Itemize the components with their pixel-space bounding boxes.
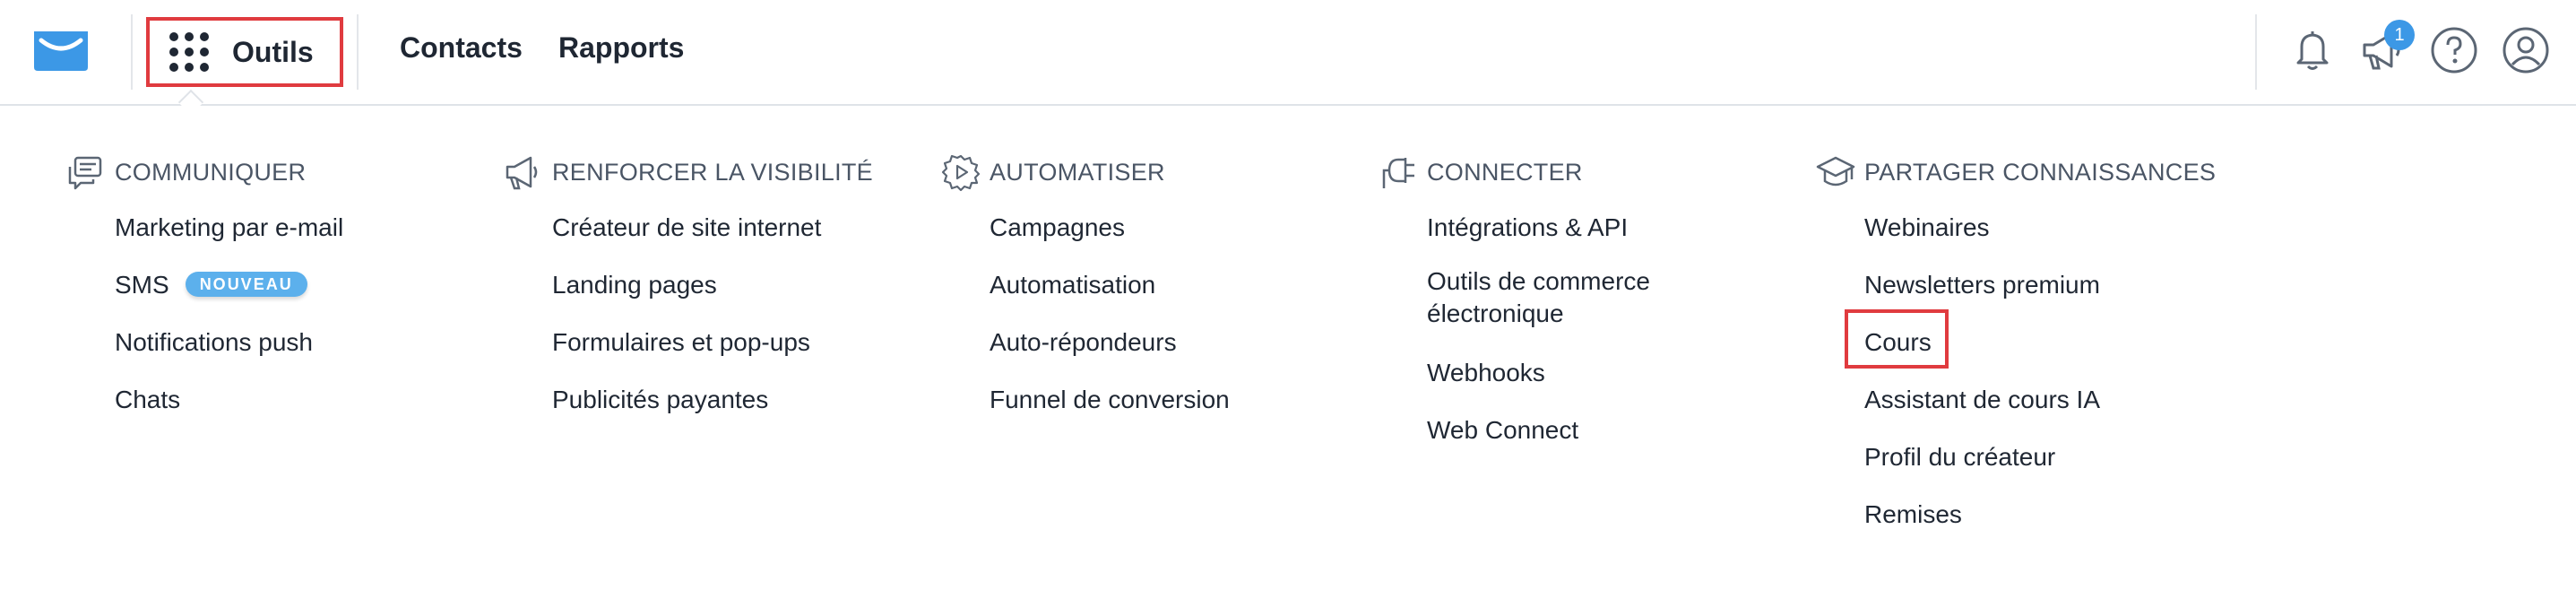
- menu-item-email-marketing[interactable]: Marketing par e-mail: [115, 213, 343, 242]
- divider: [131, 14, 133, 90]
- user-icon[interactable]: [2499, 23, 2553, 77]
- menu-item-landing-pages[interactable]: Landing pages: [552, 271, 717, 299]
- menu-item-premium-newsletters[interactable]: Newsletters premium: [1864, 271, 2100, 299]
- menu-item-web-connect[interactable]: Web Connect: [1427, 416, 1578, 445]
- new-badge: NOUVEAU: [185, 272, 307, 297]
- nav-contacts[interactable]: Contacts: [400, 31, 523, 65]
- menu-item-webhooks[interactable]: Webhooks: [1427, 359, 1545, 387]
- menu-column-visibility: RENFORCER LA VISIBILITÉ Créateur de site…: [504, 152, 898, 421]
- menu-column-connect: CONNECTER Intégrations & API Outils de c…: [1379, 152, 1773, 448]
- top-navigation-bar: Outils Contacts Rapports 1: [0, 0, 2576, 106]
- menu-item-discounts[interactable]: Remises: [1864, 500, 1962, 529]
- megaphone-icon: [506, 156, 538, 190]
- menu-item-automation[interactable]: Automatisation: [990, 271, 1155, 299]
- divider: [357, 14, 359, 90]
- help-icon[interactable]: [2427, 23, 2481, 77]
- notification-badge: 1: [2384, 20, 2415, 50]
- menu-item-ecommerce-tools[interactable]: Outils de commerce électronique: [1427, 265, 1696, 330]
- menu-item-sms[interactable]: SMS NOUVEAU: [115, 271, 307, 299]
- getresponse-logo[interactable]: [32, 28, 90, 73]
- menu-item-label: SMS: [115, 271, 169, 299]
- tools-menu-button[interactable]: Outils: [146, 17, 343, 87]
- menu-item-creator-profile[interactable]: Profil du créateur: [1864, 443, 2055, 472]
- menu-item-webinars[interactable]: Webinaires: [1864, 213, 1990, 242]
- menu-item-campaigns[interactable]: Campagnes: [990, 213, 1125, 242]
- apps-grid-icon: [169, 32, 209, 72]
- graduation-cap-icon: [1816, 156, 1855, 187]
- menu-item-website-builder[interactable]: Créateur de site internet: [552, 213, 821, 242]
- column-title: CONNECTER: [1427, 158, 1583, 186]
- bell-icon[interactable]: [2286, 23, 2339, 77]
- column-title: AUTOMATISER: [990, 158, 1165, 186]
- column-title: PARTAGER CONNAISSANCES: [1864, 158, 2217, 186]
- menu-item-courses[interactable]: Cours: [1864, 328, 1932, 357]
- menu-item-paid-ads[interactable]: Publicités payantes: [552, 386, 768, 414]
- menu-item-autoresponders[interactable]: Auto-répondeurs: [990, 328, 1177, 357]
- menu-column-share-knowledge: PARTAGER CONNAISSANCES Webinaires Newsle…: [1816, 152, 2282, 529]
- menu-item-forms-popups[interactable]: Formulaires et pop-ups: [552, 328, 810, 357]
- menu-item-ai-course-assistant[interactable]: Assistant de cours IA: [1864, 386, 2100, 414]
- gear-play-icon: [941, 154, 981, 192]
- plug-icon: [1382, 158, 1414, 188]
- menu-column-automate: AUTOMATISER Campagnes Automatisation Aut…: [941, 152, 1336, 421]
- chat-icon: [68, 156, 102, 190]
- menu-column-communiquer: COMMUNIQUER Marketing par e-mail SMS NOUV…: [66, 152, 461, 421]
- nav-rapports[interactable]: Rapports: [558, 31, 684, 65]
- menu-item-chats[interactable]: Chats: [115, 386, 180, 414]
- menu-item-conversion-funnel[interactable]: Funnel de conversion: [990, 386, 1230, 414]
- tools-menu-label: Outils: [232, 35, 314, 68]
- menu-item-push-notifications[interactable]: Notifications push: [115, 328, 313, 357]
- column-title: COMMUNIQUER: [115, 158, 307, 186]
- column-title: RENFORCER LA VISIBILITÉ: [552, 158, 873, 186]
- menu-item-integrations-api[interactable]: Intégrations & API: [1427, 213, 1628, 242]
- divider: [2255, 14, 2257, 90]
